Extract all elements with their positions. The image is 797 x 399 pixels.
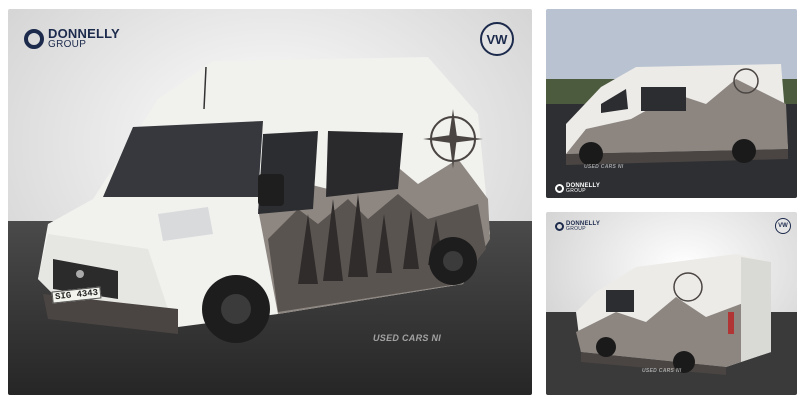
thumb2-donnelly-logo: DONNELLY GROUP [555, 221, 600, 232]
donnelly-ring-icon [24, 28, 44, 49]
thumb2-vw-logo-icon: VW [775, 218, 791, 234]
thumb2-brand-line2: GROUP [566, 226, 586, 232]
brand-line2: GROUP [48, 39, 87, 50]
thumb1-donnelly-ring-icon [555, 184, 564, 193]
thumb2-vw-logo-text: VW [778, 223, 788, 229]
main-vehicle-photo[interactable]: DONNELLY GROUP VW SIG 4343 USED CARS NI [8, 9, 532, 395]
thumb2-donnelly-ring-icon [555, 222, 564, 231]
thumb1-donnelly-logo: DONNELLY GROUP [555, 183, 600, 194]
van-front-quarter-image [8, 9, 532, 395]
vw-logo-text: VW [486, 31, 508, 47]
thumb1-watermark-text: USED CARS NI [584, 164, 624, 170]
thumbnail-photo-side[interactable]: DONNELLY GROUP USED CARS NI [546, 9, 797, 198]
thumb1-brand-line2: GROUP [566, 188, 586, 194]
vw-logo-icon: VW [480, 22, 514, 56]
watermark-text: USED CARS NI [373, 333, 442, 343]
thumb2-watermark-text: USED CARS NI [642, 368, 682, 374]
thumbnail-photo-rear[interactable]: DONNELLY GROUP VW USED CARS NI [546, 212, 797, 395]
donnelly-group-logo: DONNELLY GROUP [24, 27, 120, 50]
